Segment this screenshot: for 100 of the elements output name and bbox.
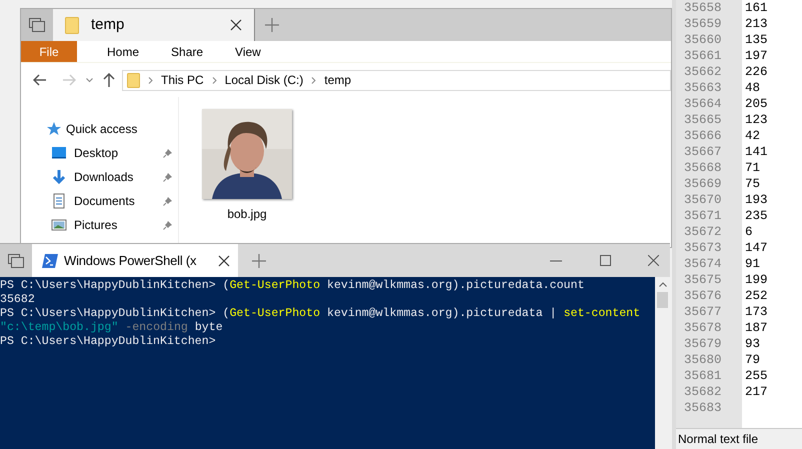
windows-icon: [8, 254, 24, 268]
line-text: 75: [745, 176, 762, 192]
picture-icon: [51, 217, 67, 233]
line-text: 71: [745, 160, 762, 176]
console-text: kevinm@wlkmmas.org).picturedata |: [326, 307, 558, 321]
line-text: 226: [745, 64, 769, 80]
line-number: 35658: [684, 0, 723, 16]
powershell-tab[interactable]: Windows PowerShell (x: [32, 244, 238, 277]
line-text: 205: [745, 96, 769, 112]
line-number: 35679: [684, 336, 723, 352]
folder-icon: [65, 16, 79, 34]
console-text: PS C:\Users\HappyDublinKitchen> (: [0, 279, 230, 293]
chevron-right-icon[interactable]: [148, 76, 153, 84]
sidebar-item[interactable]: Quick access: [66, 120, 178, 138]
new-tab-icon[interactable]: [265, 18, 279, 32]
tab-switcher-button[interactable]: [0, 244, 32, 277]
line-number: 35659: [684, 16, 723, 32]
console-text: byte: [194, 321, 223, 335]
close-icon[interactable]: [230, 19, 242, 31]
star-icon: [46, 121, 62, 137]
line-number: 35680: [684, 352, 723, 368]
line-number: 35662: [684, 64, 723, 80]
line-number: 35676: [684, 288, 723, 304]
line-text: 147: [745, 240, 769, 256]
line-text: 255: [745, 368, 769, 384]
download-icon: [51, 169, 67, 185]
line-text: 193: [745, 192, 769, 208]
up-icon[interactable]: [103, 73, 115, 87]
windows-icon: [29, 18, 45, 32]
line-number: 35675: [684, 272, 723, 288]
file-name[interactable]: bob.jpg: [227, 205, 267, 223]
console-text: set-content: [564, 307, 640, 321]
console-text: PS C:\Users\HappyDublinKitchen> (: [0, 307, 230, 321]
line-number: 35677: [684, 304, 723, 320]
new-tab-icon[interactable]: [252, 254, 266, 268]
line-number: 35683: [684, 400, 723, 416]
line-text: 217: [745, 384, 769, 400]
line-number: 35661: [684, 48, 723, 64]
scrollbar-thumb[interactable]: [657, 292, 668, 308]
line-text: 93: [745, 336, 762, 352]
minimize-icon[interactable]: [550, 260, 562, 262]
sidebar-item[interactable]: Pictures: [74, 216, 156, 234]
console-text: kevinm@wlkmmas.org).picturedata.count: [326, 279, 584, 293]
pin-icon[interactable]: [163, 220, 173, 230]
pin-icon[interactable]: [163, 196, 173, 206]
line-number: 35667: [684, 144, 723, 160]
line-text: 48: [745, 80, 762, 96]
line-text: 235: [745, 208, 769, 224]
line-number: 35666: [684, 128, 723, 144]
pin-icon[interactable]: [163, 148, 173, 158]
close-icon[interactable]: [218, 254, 230, 266]
chevron-right-icon[interactable]: [311, 76, 316, 84]
scrollbar[interactable]: [655, 277, 670, 449]
pin-icon[interactable]: [163, 172, 173, 182]
close-icon[interactable]: [648, 255, 659, 266]
line-number: 35678: [684, 320, 723, 336]
console-text: PS C:\Users\HappyDublinKitchen>: [0, 335, 216, 349]
line-number: 35669: [684, 176, 723, 192]
console-text: -encoding: [124, 321, 188, 335]
console-text: 35682: [0, 293, 35, 307]
chevron-right-icon[interactable]: [212, 76, 217, 84]
back-icon[interactable]: [33, 74, 47, 86]
powershell-icon: [42, 254, 58, 268]
ribbon-tab[interactable]: File: [21, 41, 77, 62]
line-number: 35664: [684, 96, 723, 112]
scroll-up-icon[interactable]: [658, 282, 666, 287]
maximize-icon[interactable]: [600, 255, 611, 266]
breadcrumb-item[interactable]: Local Disk (C:): [224, 71, 304, 89]
line-text: 123: [745, 112, 769, 128]
line-text: 252: [745, 288, 769, 304]
tab-title: temp: [91, 14, 126, 35]
line-text: 6: [745, 224, 754, 240]
ribbon-tab[interactable]: Home: [91, 41, 156, 62]
breadcrumb-item[interactable]: This PC: [161, 71, 204, 89]
console-text: "c:\temp\bob.jpg": [0, 321, 118, 335]
folder-icon: [127, 72, 140, 88]
line-number: 35671: [684, 208, 723, 224]
sidebar-item[interactable]: Desktop: [74, 144, 156, 162]
ribbon-tab[interactable]: View: [219, 41, 277, 62]
line-text: 79: [745, 352, 762, 368]
address-bar[interactable]: This PC Local Disk (C:) temp: [122, 70, 671, 90]
line-text: 213: [745, 16, 769, 32]
console-text: Get-UserPhoto: [230, 307, 320, 321]
tab-switcher-button[interactable]: [21, 9, 53, 41]
breadcrumb-item[interactable]: temp: [324, 71, 352, 89]
line-text: 141: [745, 144, 769, 160]
line-text: 135: [745, 32, 769, 48]
line-number: 35674: [684, 256, 723, 272]
console-text: Get-UserPhoto: [230, 279, 320, 293]
line-number: 35681: [684, 368, 723, 384]
line-number: 35665: [684, 112, 723, 128]
line-text: 161: [745, 0, 769, 16]
chevron-down-icon[interactable]: [86, 78, 93, 82]
line-number: 35663: [684, 80, 723, 96]
explorer-tab[interactable]: temp: [53, 9, 254, 41]
ribbon-tab[interactable]: Share: [155, 41, 220, 62]
line-number: 35672: [684, 224, 723, 240]
status-bar-text: Normal text file: [678, 431, 758, 448]
sidebar-item[interactable]: Downloads: [74, 168, 156, 186]
sidebar-item[interactable]: Documents: [74, 192, 156, 210]
